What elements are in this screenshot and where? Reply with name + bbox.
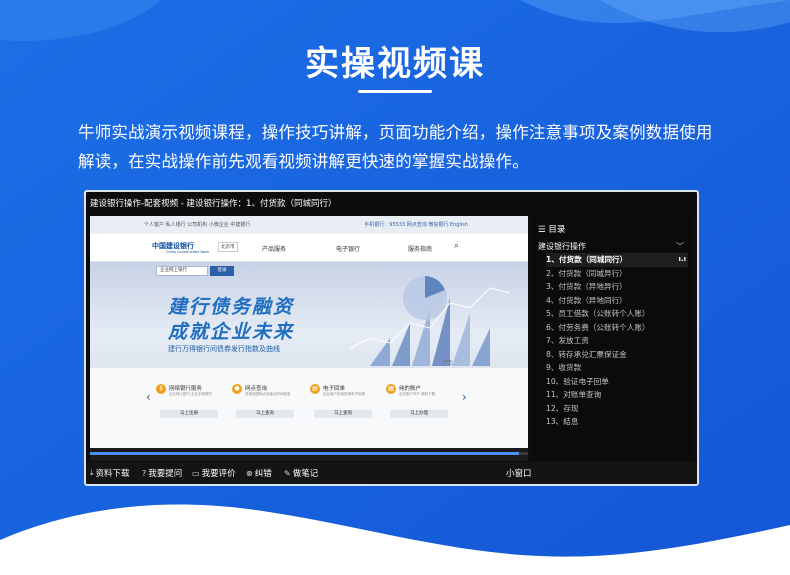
service-button: 马上注册 xyxy=(160,410,218,418)
toc-item-label: 5、员工借款（公账转个人账） xyxy=(546,309,650,318)
toc-item-label: 3、付货款（异地异行） xyxy=(546,282,627,291)
error-label: 纠错 xyxy=(254,469,272,479)
ask-label: 我要提问 xyxy=(148,469,183,479)
bank-page-frame: 个人客户 私人银行 公司机构 小微企业 中建银行 手机银行：95533 网点查询… xyxy=(90,216,528,448)
toc-item-label: 8、转存承兑汇票保证金 xyxy=(546,349,627,359)
review-button[interactable]: ▭ 我要评价 xyxy=(192,467,236,480)
chevron-right-icon: › xyxy=(462,390,467,404)
toc-item[interactable]: 4、付货款（异地同行） xyxy=(546,294,688,308)
toc-item[interactable]: 13、結息 xyxy=(546,415,688,429)
banner-headline-2: 成就企业未来 xyxy=(168,321,295,343)
service-desc: 企业用户在线查询电子回单 xyxy=(323,392,365,396)
nav-ebank: 电子银行 xyxy=(336,246,361,253)
video-area[interactable]: 个人客户 私人银行 公司机构 小微企业 中建银行 手机银行：95533 网点查询… xyxy=(90,216,528,461)
service-title: 纯的账户 xyxy=(399,386,422,392)
coin-icon: $ xyxy=(156,384,166,394)
mini-window-button[interactable]: 小窗口 xyxy=(506,467,532,479)
toc-section[interactable]: 建设银行操作 ﹀ xyxy=(538,241,688,252)
toc-item-label: 11、对账单查询 xyxy=(546,390,602,399)
toc-item[interactable]: 11、对账单查询 xyxy=(546,388,688,402)
title-underline xyxy=(358,90,432,93)
player-toolbar: ⤓ 资料下载 ? 我要提问 ▭ 我要评价 ⊗ 纠错 ✎ 做笔记 小窗口 xyxy=(86,462,697,484)
chevron-down-icon: ﹀ xyxy=(676,242,684,251)
toc-item-label: 10、验证电子回单 xyxy=(546,376,609,386)
ask-button[interactable]: ? 我要提问 xyxy=(142,467,183,480)
service-desc: 企业账户开户 资料下载 xyxy=(399,392,436,396)
service-title: 网点查询 xyxy=(245,386,268,392)
banner-building-graphic xyxy=(349,276,511,366)
service-title: 网络银行服务 xyxy=(169,386,203,392)
download-label: 资料下载 xyxy=(95,469,130,479)
bank-login-button: 登录 xyxy=(210,266,234,276)
bank-search-input: 企业网上银行 xyxy=(156,266,208,276)
mini-window-label: 小窗口 xyxy=(506,469,532,479)
video-progress-bar[interactable] xyxy=(90,452,528,455)
service-button: 马上查询 xyxy=(314,410,372,418)
bank-top-bar: 个人客户 私人银行 公司机构 小微企业 中建银行 手机银行：95533 网点查询… xyxy=(90,216,528,234)
progress-fill xyxy=(90,452,520,455)
account-icon: ▦ xyxy=(386,384,396,394)
service-title: 电子回单 xyxy=(323,386,346,392)
pencil-icon: ✎ xyxy=(284,468,291,478)
bank-banner: 企业网上银行 登录 建行债务融资 成就企业未来 建行万得银行间债券发行指数及曲线… xyxy=(90,262,528,368)
nav-guide: 服务指南 xyxy=(408,246,433,253)
toc-item-label: 13、結息 xyxy=(546,417,579,426)
service-desc: 查询全国网点及营业时间信息 xyxy=(245,392,291,396)
toc-item-label: 6、付劳务费（公账转个人账） xyxy=(546,322,650,332)
bank-logo-sub: China Construction Bank xyxy=(166,250,210,254)
page-title: 实操视频课 xyxy=(305,44,485,84)
question-icon: ? xyxy=(142,468,147,478)
chevron-left-icon: ‹ xyxy=(146,390,151,404)
toc-item-label: 2、付货款（同城异行） xyxy=(546,268,627,278)
toc-item-label: 7、发放工资 xyxy=(546,336,589,345)
toc-heading-label: 目录 xyxy=(548,225,566,235)
toc-item-label: 9、收货款 xyxy=(546,363,582,372)
toc-item[interactable]: 12、存现 xyxy=(546,402,688,416)
toc-item-label: 4、付货款（异地同行） xyxy=(546,295,627,305)
toc-item[interactable]: 9、收货款 xyxy=(546,361,688,375)
toc-item[interactable]: 10、验证电子回单 xyxy=(546,375,688,389)
bank-top-links: 个人客户 私人银行 公司机构 小微企业 中建银行 xyxy=(144,222,251,228)
flag-icon: ⊗ xyxy=(246,468,253,478)
bank-top-right: 手机银行：95533 网点查询 微信银行 English xyxy=(364,222,468,228)
toc-panel: ☰ 目录 建设银行操作 ﹀ 1、付货款（同城同行） ı.ı 2、付货款（同城异行） 3… xyxy=(532,216,692,462)
toc-item[interactable]: 8、转存承兑汇票保证金 xyxy=(546,348,688,362)
comment-icon: ▭ xyxy=(192,468,200,478)
bank-services: ‹ $ 网络银行服务 企业网上银行 企业手机银行 马上注册 ● 网点查询 查询全… xyxy=(90,368,528,448)
download-icon: ⤓ xyxy=(90,468,94,477)
receipt-icon: ▤ xyxy=(310,384,320,394)
toc-item-label: 1、付货款（同城同行） xyxy=(546,255,628,264)
region-select: 北京市 xyxy=(218,242,238,252)
toc-item[interactable]: 7、发放工资 xyxy=(546,334,688,348)
notes-label: 做笔记 xyxy=(292,469,319,479)
video-player: 建设银行操作-配套视频 - 建设银行操作：1、付货款（同城同行） 个人客户 私人… xyxy=(84,190,699,486)
banner-ad-label: 广告 xyxy=(444,361,453,366)
toc-item-label: 12、存现 xyxy=(546,403,579,413)
banner-headline-1: 建行债务融资 xyxy=(168,296,295,318)
error-button[interactable]: ⊗ 纠错 xyxy=(246,467,272,480)
toc-list: 1、付货款（同城同行） ı.ı 2、付货款（同城异行） 3、付货款（异地异行） 4、付货… xyxy=(546,253,688,429)
intro-text: 牛师实战演示视频课程，操作技巧讲解，页面功能介绍，操作注意事项及案例数据使用解读… xyxy=(78,123,713,171)
service-desc: 企业网上银行 企业手机银行 xyxy=(169,392,213,396)
toc-item[interactable]: 2、付货款（同城异行） xyxy=(546,267,688,281)
notes-button[interactable]: ✎ 做笔记 xyxy=(284,467,319,480)
toc-item[interactable]: 3、付货款（异地异行） xyxy=(546,280,688,294)
toc-item[interactable]: 5、员工借款（公账转个人账） xyxy=(546,307,688,321)
nav-products: 产品服务 xyxy=(262,246,287,253)
review-label: 我要评价 xyxy=(201,469,236,479)
list-icon: ☰ xyxy=(538,225,546,235)
bank-nav: 中国建设银行 China Construction Bank 北京市 产品服务 … xyxy=(90,234,528,262)
search-icon: ⌕ xyxy=(454,241,460,251)
playing-indicator-icon: ı.ı xyxy=(678,255,686,263)
download-button[interactable]: ⤓ 资料下载 xyxy=(90,467,130,479)
toc-heading: ☰ 目录 xyxy=(538,223,565,235)
service-button: 马上办理 xyxy=(390,410,448,418)
toc-item[interactable]: 1、付货款（同城同行） ı.ı xyxy=(546,253,688,267)
location-icon: ● xyxy=(232,384,242,394)
banner-subline: 建行万得银行间债券发行指数及曲线 xyxy=(168,345,280,353)
toc-item[interactable]: 6、付劳务费（公账转个人账） xyxy=(546,321,688,335)
toc-section-label: 建设银行操作 xyxy=(538,242,586,251)
player-title: 建设银行操作-配套视频 - 建设银行操作：1、付货款（同城同行） xyxy=(90,199,337,209)
service-button: 马上查询 xyxy=(236,410,294,418)
